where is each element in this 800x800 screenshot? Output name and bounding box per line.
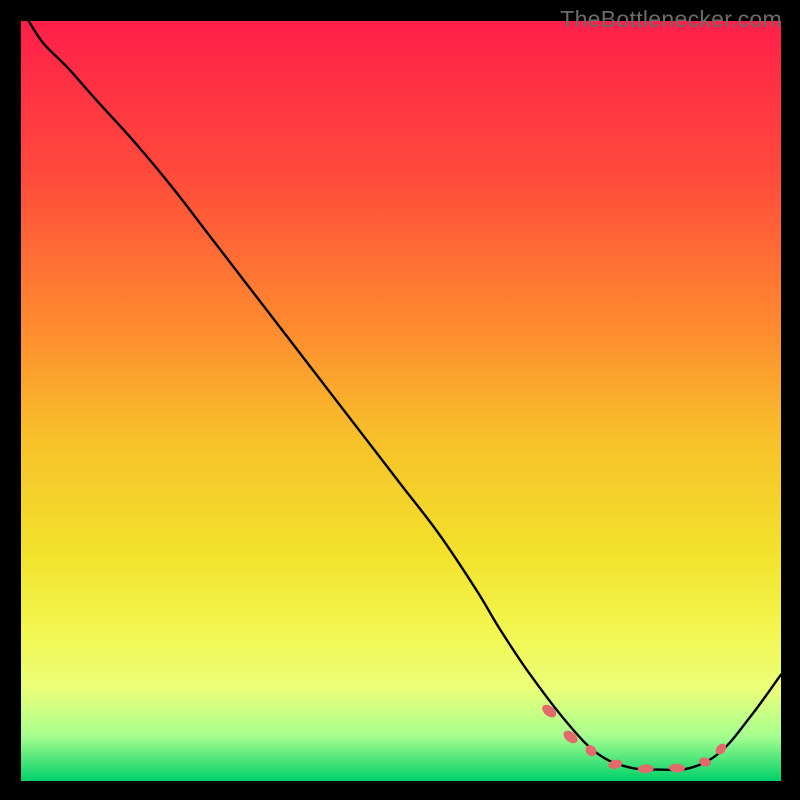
highlight-dots — [21, 21, 781, 781]
highlight-dot — [561, 728, 580, 746]
chart-container: TheBottlenecker.com — [0, 0, 800, 800]
highlight-dot — [607, 758, 623, 770]
highlight-dot — [540, 702, 559, 720]
watermark-text: TheBottlenecker.com — [560, 6, 782, 33]
plot-area — [21, 21, 781, 781]
highlight-dot — [698, 756, 712, 768]
highlight-dot — [714, 742, 729, 757]
highlight-dot — [669, 763, 685, 772]
highlight-dot — [638, 764, 654, 773]
highlight-dot — [583, 743, 598, 759]
